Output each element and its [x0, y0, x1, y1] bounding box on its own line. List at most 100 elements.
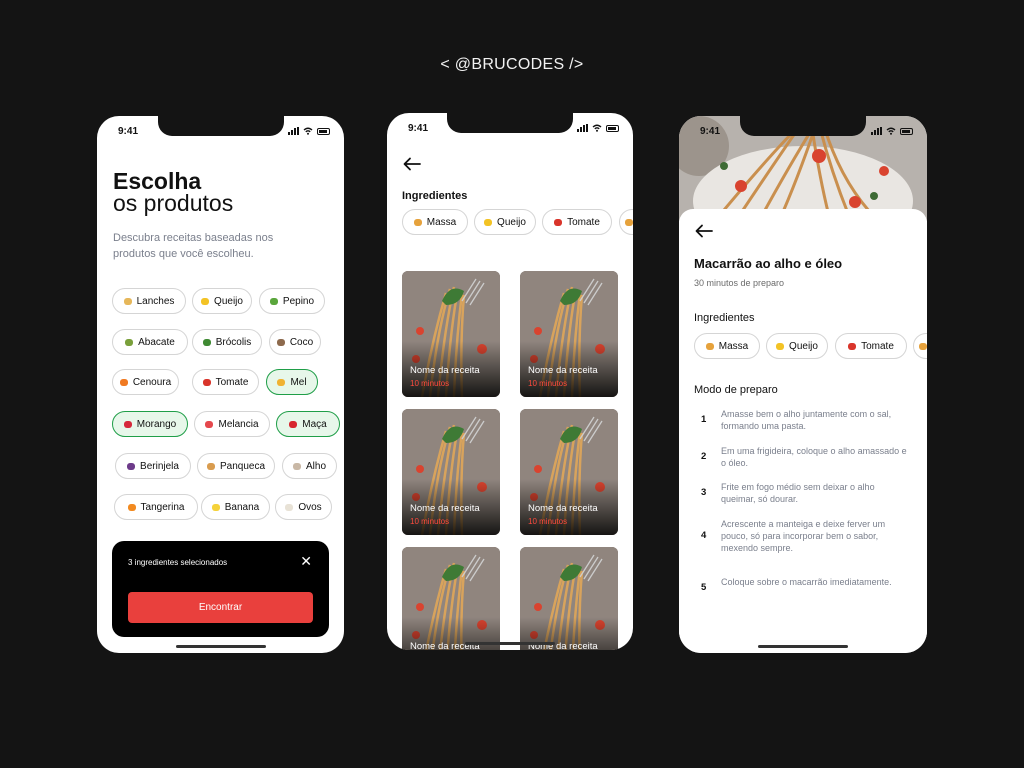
ingredient-icon	[202, 378, 211, 386]
ingredient-chip[interactable]: Cenoura	[112, 369, 179, 395]
ingredient-chip[interactable]: Tomate	[192, 369, 259, 395]
ingredient-chip[interactable]: Queijo	[192, 288, 252, 314]
ingredient-icon	[123, 420, 132, 428]
recipe-card[interactable]: Nome da receita	[520, 547, 618, 650]
back-arrow-icon[interactable]	[403, 157, 421, 171]
page-title: Escolha os produtos	[113, 168, 233, 215]
recipe-card[interactable]: Nome da receita	[402, 547, 500, 650]
find-button[interactable]: Encontrar	[128, 592, 313, 623]
selected-count-text: 3 ingredientes selecionados	[128, 558, 228, 567]
chip-label: Berinjela	[140, 460, 179, 472]
ingredient-chip[interactable]: Queijo	[766, 333, 828, 359]
selection-sheet: 3 ingredientes selecionados ✕ Encontrar	[112, 541, 329, 637]
recipe-minutes: 10 minutos	[410, 379, 450, 388]
ingredient-chip[interactable]: Brócolis	[192, 329, 262, 355]
chip-label: Coco	[289, 336, 314, 348]
ingredient-chip[interactable]: Mel	[266, 369, 318, 395]
recipe-name: Nome da receita	[528, 365, 598, 376]
phone-recipe-list: 9:41 Ingredientes Massa Queijo Tomate Nome…	[387, 113, 633, 650]
chip-label: Queijo	[214, 295, 243, 307]
ingredient-icon	[276, 338, 285, 346]
step-number: 2	[701, 451, 707, 462]
chip-label: Cenoura	[132, 376, 172, 388]
ingredient-icon	[776, 342, 785, 350]
chip-label: Tomate	[567, 216, 600, 228]
chip-label: Alho	[305, 460, 326, 472]
ingredient-chip[interactable]: Massa	[694, 333, 760, 359]
ingredient-icon	[127, 503, 136, 511]
phone-choose-products: 9:41 Escolha os produtos Descubra receit…	[97, 116, 344, 653]
ingredient-icon	[848, 342, 857, 350]
wifi-icon	[303, 127, 313, 135]
recipe-image	[402, 547, 500, 650]
ingredients-label: Ingredientes	[402, 190, 468, 202]
ingredient-chip[interactable]: Tomate	[835, 333, 907, 359]
ingredient-chip-partial[interactable]	[619, 209, 633, 235]
ingredient-icon	[277, 378, 286, 386]
ingredient-icon	[484, 218, 493, 226]
recipe-image	[520, 547, 618, 650]
recipe-minutes: 10 minutos	[528, 517, 568, 526]
recipe-card[interactable]: Nome da receita 10 minutos	[520, 409, 618, 535]
chip-label: Melancia	[218, 418, 259, 430]
ingredient-chip[interactable]: Morango	[112, 411, 188, 437]
step-number: 3	[701, 487, 707, 498]
step-text: Acrescente a manteiga e deixe ferver um …	[721, 519, 886, 553]
close-icon[interactable]: ✕	[300, 554, 312, 568]
ingredient-icon	[554, 218, 563, 226]
ingredient-chip[interactable]: Alho	[282, 453, 337, 479]
ingredient-chip[interactable]: Massa	[402, 209, 468, 235]
ingredient-chip[interactable]: Abacate	[112, 329, 188, 355]
ingredient-icon	[285, 503, 294, 511]
signal-icon	[288, 127, 299, 135]
step-text: Amasse bem o alho juntamente com o sal, …	[721, 409, 892, 431]
chip-label: Mel	[290, 376, 307, 388]
phone-recipe-detail: 9:41 Macarrão ao alho e óleo 30 minutos …	[679, 116, 927, 653]
step-text: Coloque sobre o macarrão imediatamente.	[721, 577, 892, 587]
status-bar: 9:41	[97, 126, 344, 140]
ingredient-icon	[413, 218, 422, 226]
ingredient-icon	[211, 503, 220, 511]
ingredient-chip[interactable]: Melancia	[194, 411, 270, 437]
title-bold: Escolha	[113, 168, 202, 194]
ingredient-icon	[123, 297, 132, 305]
ingredient-chip[interactable]: Lanches	[112, 288, 186, 314]
recipe-title: Macarrão ao alho e óleo	[694, 256, 843, 271]
ingredient-chip[interactable]: Queijo	[474, 209, 536, 235]
ingredient-chip[interactable]: Banana	[201, 494, 270, 520]
ingredient-icon	[201, 297, 210, 305]
recipe-card[interactable]: Nome da receita 10 minutos	[402, 271, 500, 397]
status-bar: 9:41	[679, 126, 927, 140]
step-number: 4	[701, 530, 707, 541]
recipe-card[interactable]: Nome da receita 10 minutos	[402, 409, 500, 535]
ingredient-chip[interactable]: Tomate	[542, 209, 612, 235]
ingredient-chip[interactable]: Tangerina	[114, 494, 198, 520]
ingredient-icon	[705, 342, 714, 350]
ingredient-icon	[292, 462, 301, 470]
status-time: 9:41	[408, 123, 429, 134]
ingredient-icon	[919, 342, 927, 350]
method-label: Modo de preparo	[694, 384, 778, 396]
ingredient-chip[interactable]: Maça	[276, 411, 340, 437]
chip-label: Brócolis	[215, 336, 252, 348]
ingredient-chip[interactable]: Coco	[269, 329, 321, 355]
chip-label: Ovos	[298, 501, 322, 513]
chip-label: Tangerina	[140, 501, 185, 513]
ingredient-chip[interactable]: Pepino	[259, 288, 325, 314]
ingredient-icon	[206, 462, 215, 470]
prep-time: 30 minutos de preparo	[694, 278, 785, 288]
ingredient-chip[interactable]: Berinjela	[115, 453, 191, 479]
home-indicator	[465, 642, 555, 645]
chip-label: Maça	[302, 418, 327, 430]
chip-label: Pepino	[282, 295, 315, 307]
battery-icon	[317, 127, 330, 135]
ingredient-chip[interactable]: Panqueca	[197, 453, 275, 479]
recipe-minutes: 10 minutos	[528, 379, 568, 388]
recipe-card[interactable]: Nome da receita 10 minutos	[520, 271, 618, 397]
battery-icon	[900, 127, 913, 135]
back-arrow-icon[interactable]	[695, 224, 713, 238]
battery-icon	[606, 124, 619, 132]
ingredient-chip[interactable]: Ovos	[275, 494, 332, 520]
ingredient-icon	[269, 297, 278, 305]
chip-label: Banana	[224, 501, 260, 513]
